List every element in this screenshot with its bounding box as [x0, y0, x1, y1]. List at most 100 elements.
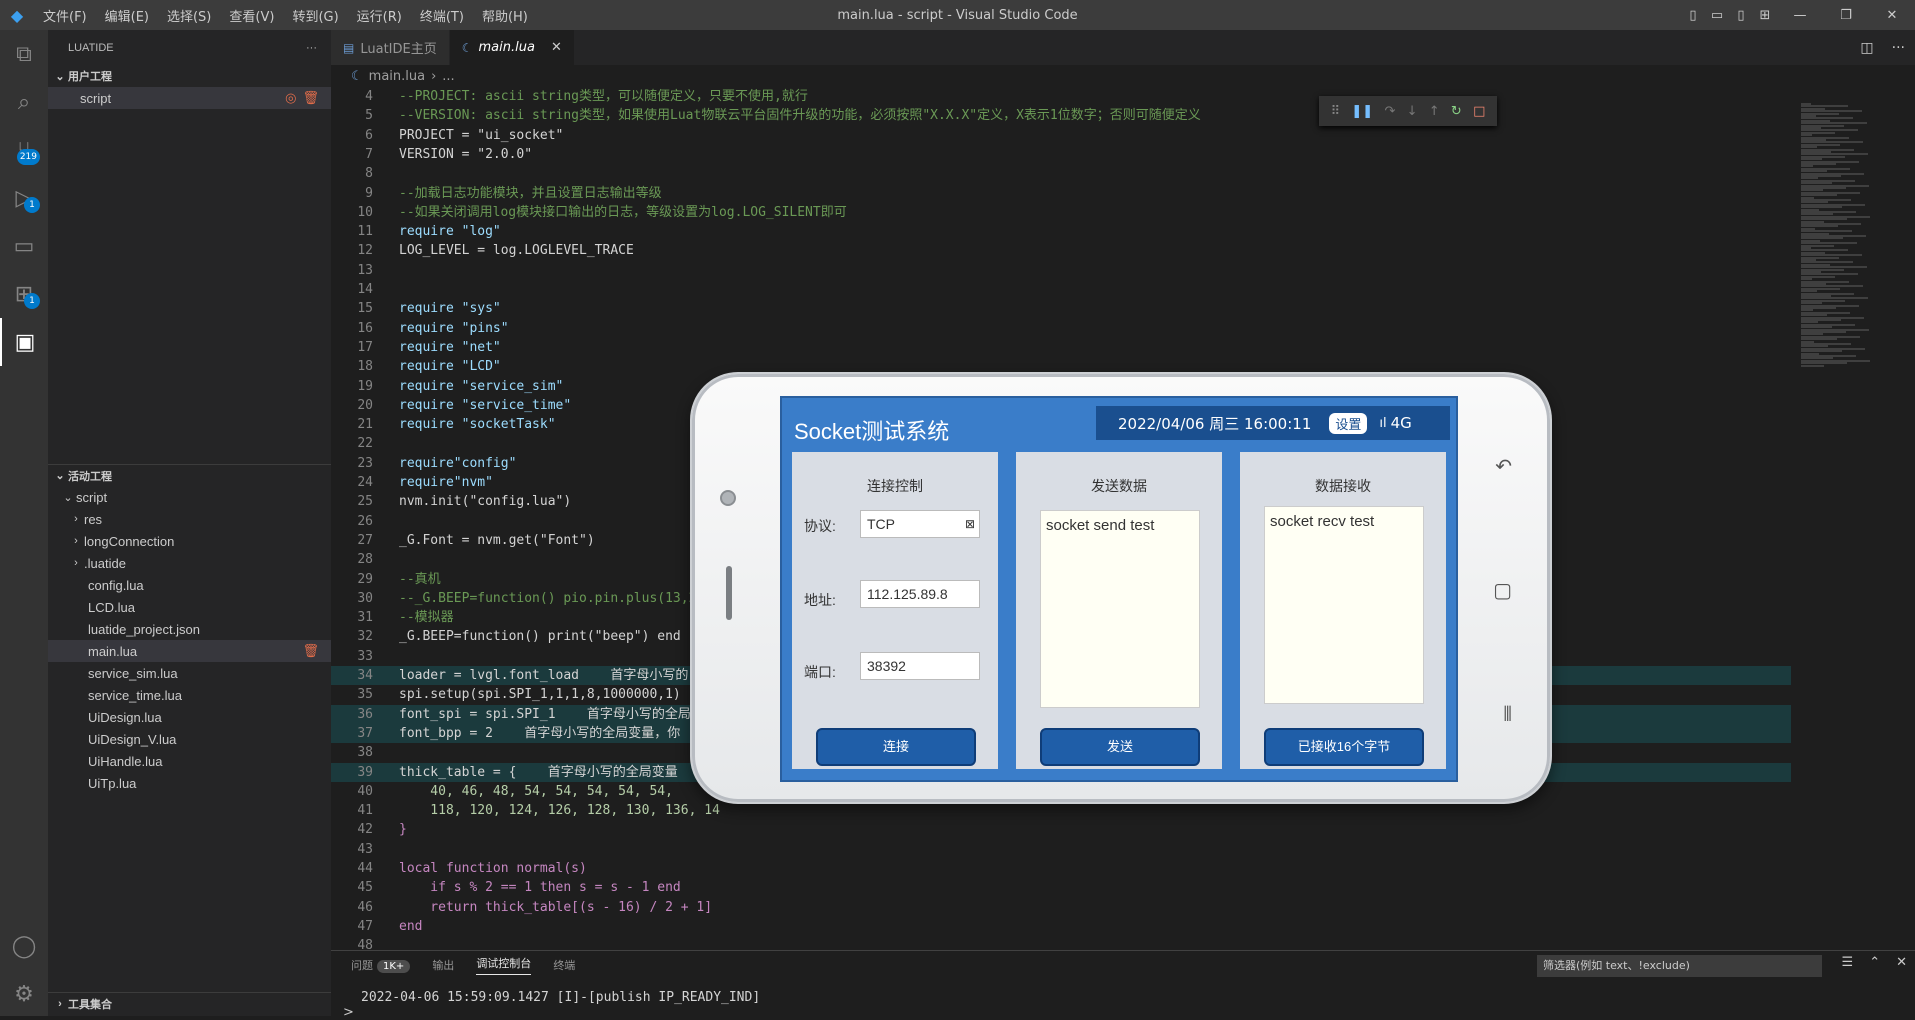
account-icon[interactable]: ◯ — [0, 922, 48, 970]
drag-handle-icon[interactable]: ⠿ — [1331, 104, 1341, 119]
tools-section[interactable]: › 工具集合 — [48, 992, 331, 1014]
home-button-icon[interactable]: ▢ — [1493, 578, 1512, 602]
toggle-panel-icon[interactable]: ▭ — [1705, 8, 1729, 23]
minimap[interactable] — [1795, 87, 1915, 950]
connect-button[interactable]: 连接 — [816, 728, 976, 766]
menu-selection[interactable]: 选择(S) — [158, 6, 220, 25]
code-line[interactable]: 42} — [331, 820, 1791, 839]
tab-debug-console[interactable]: 调试控制台 — [476, 955, 532, 975]
menu-button-icon[interactable]: ⦀ — [1503, 702, 1512, 726]
tree-file-service-time[interactable]: service_time.lua — [48, 684, 331, 706]
tree-root-script[interactable]: ⌄ script — [48, 486, 331, 508]
maximize-panel-icon[interactable]: ⌃ — [1869, 955, 1880, 970]
code-line[interactable]: 14 — [331, 280, 1791, 299]
menu-go[interactable]: 转到(G) — [283, 6, 347, 25]
code-line[interactable]: 16 require "pins" — [331, 319, 1791, 338]
toggle-sidebar-icon[interactable]: ▯ — [1681, 8, 1705, 23]
code-line[interactable]: 12 LOG_LEVEL = log.LOGLEVEL_TRACE — [331, 241, 1791, 260]
breadcrumb-file[interactable]: main.lua — [369, 69, 425, 84]
tree-file-uihandle[interactable]: UiHandle.lua — [48, 750, 331, 772]
toggle-secondary-sidebar-icon[interactable]: ▯ — [1729, 8, 1753, 23]
user-project-section[interactable]: ⌄ 用户工程 — [48, 65, 331, 87]
delete-icon[interactable]: 🗑 — [302, 643, 319, 659]
source-control-icon[interactable]: ⑂219 — [0, 126, 48, 174]
tree-file-lcd[interactable]: LCD.lua — [48, 596, 331, 618]
tree-folder-luatide[interactable]: › .luatide — [48, 552, 331, 574]
target-icon[interactable]: ◎ — [285, 90, 296, 106]
code-line[interactable]: 47 end — [331, 917, 1791, 936]
tree-file-config[interactable]: config.lua — [48, 574, 331, 596]
code-line[interactable]: 45 if s % 2 == 1 then s = s - 1 end — [331, 878, 1791, 897]
active-project-section[interactable]: ⌄ 活动工程 — [48, 464, 331, 486]
code-line[interactable]: 10 --如果关闭调用log模块接口输出的日志，等级设置为log.LOG_SILE… — [331, 203, 1791, 222]
code-line[interactable]: 4 --PROJECT: ascii string类型，可以随便定义，只要不使用,… — [331, 87, 1791, 106]
close-tab-icon[interactable]: ✕ — [551, 40, 562, 55]
tree-file-service-sim[interactable]: service_sim.lua — [48, 662, 331, 684]
tab-main-lua[interactable]: ☾ main.lua ✕ — [449, 30, 575, 65]
more-actions-icon[interactable]: ··· — [1892, 40, 1905, 56]
extensions-icon[interactable]: ⊞ 1 — [0, 270, 48, 318]
delete-icon[interactable]: 🗑 — [302, 90, 319, 106]
tree-file-uidesign-v[interactable]: UiDesign_V.lua — [48, 728, 331, 750]
tab-problems[interactable]: 问题 1K+ — [351, 957, 411, 973]
close-window-button[interactable]: ✕ — [1869, 8, 1915, 23]
menu-file[interactable]: 文件(F) — [34, 6, 96, 25]
tab-terminal[interactable]: 终端 — [553, 957, 575, 973]
step-over-icon[interactable]: ↷ — [1384, 104, 1395, 119]
clear-console-icon[interactable]: ☰ — [1842, 955, 1854, 970]
split-editor-icon[interactable]: ◫ — [1860, 40, 1873, 56]
run-debug-icon[interactable]: ▷ 1 — [0, 174, 48, 222]
menu-help[interactable]: 帮助(H) — [473, 6, 537, 25]
luatide-chip-icon[interactable]: ▣ — [0, 318, 48, 366]
code-line[interactable]: 15 require "sys" — [331, 299, 1791, 318]
user-project-item[interactable]: script ◎ 🗑 — [48, 87, 331, 109]
explorer-icon[interactable]: ⧉ — [0, 30, 48, 78]
address-input[interactable]: 112.125.89.8 — [860, 580, 980, 608]
search-icon[interactable]: ⌕ — [0, 78, 48, 126]
step-out-icon[interactable]: ↑ — [1429, 104, 1440, 119]
step-into-icon[interactable]: ↓ — [1407, 104, 1418, 119]
menu-run[interactable]: 运行(R) — [348, 6, 411, 25]
more-actions-icon[interactable]: ··· — [306, 42, 317, 54]
layout-icon[interactable]: ⊞ — [1753, 8, 1777, 23]
filter-input[interactable]: 筛选器(例如 text、!exclude) — [1537, 955, 1822, 977]
tree-folder-longconnection[interactable]: › longConnection — [48, 530, 331, 552]
tree-file-main[interactable]: main.lua 🗑 — [48, 640, 331, 662]
protocol-select[interactable]: TCP ⊠ — [860, 510, 980, 538]
restart-icon[interactable]: ↻ — [1451, 104, 1462, 119]
close-panel-icon[interactable]: ✕ — [1896, 955, 1907, 970]
send-button[interactable]: 发送 — [1040, 728, 1200, 766]
restore-button[interactable]: ❐ — [1823, 8, 1869, 23]
remote-explorer-icon[interactable]: ▭ — [0, 222, 48, 270]
code-line[interactable]: 17 require "net" — [331, 338, 1791, 357]
tree-file-project-json[interactable]: luatide_project.json — [48, 618, 331, 640]
code-line[interactable]: 46 return thick_table[(s - 16) / 2 + 1] — [331, 898, 1791, 917]
code-line[interactable]: 9 --加载日志功能模块，并且设置日志输出等级 — [331, 184, 1791, 203]
code-line[interactable]: 48 — [331, 936, 1791, 950]
breadcrumb-symbol[interactable]: ... — [442, 69, 454, 84]
received-count-button[interactable]: 已接收16个字节 — [1264, 728, 1424, 766]
settings-gear-icon[interactable]: ⚙ — [0, 970, 48, 1018]
tree-folder-res[interactable]: › res — [48, 508, 331, 530]
tab-luatide-home[interactable]: ▤ LuatIDE主页 — [331, 30, 450, 65]
tree-file-uitp[interactable]: UiTp.lua — [48, 772, 331, 794]
tree-file-uidesign[interactable]: UiDesign.lua — [48, 706, 331, 728]
minimize-button[interactable]: — — [1777, 8, 1823, 23]
tab-output[interactable]: 输出 — [432, 957, 454, 973]
menu-edit[interactable]: 编辑(E) — [96, 6, 158, 25]
port-input[interactable]: 38392 — [860, 652, 980, 680]
code-line[interactable]: 13 — [331, 261, 1791, 280]
console-prompt[interactable]: > — [343, 1005, 354, 1020]
code-line[interactable]: 6 PROJECT = "ui_socket" — [331, 126, 1791, 145]
send-textarea[interactable]: socket send test — [1040, 510, 1200, 708]
code-line[interactable]: 5 --VERSION: ascii string类型，如果使用Luat物联云平台… — [331, 106, 1791, 125]
code-line[interactable]: 43 — [331, 840, 1791, 859]
menu-view[interactable]: 查看(V) — [220, 6, 283, 25]
code-line[interactable]: 11 require "log" — [331, 222, 1791, 241]
pause-icon[interactable]: ❚❚ — [1351, 104, 1373, 119]
back-button-icon[interactable]: ↶ — [1495, 454, 1512, 478]
code-line[interactable]: 44 local function normal(s) — [331, 859, 1791, 878]
code-line[interactable]: 7 VERSION = "2.0.0" — [331, 145, 1791, 164]
stop-icon[interactable]: □ — [1473, 104, 1485, 119]
menu-terminal[interactable]: 终端(T) — [411, 6, 473, 25]
